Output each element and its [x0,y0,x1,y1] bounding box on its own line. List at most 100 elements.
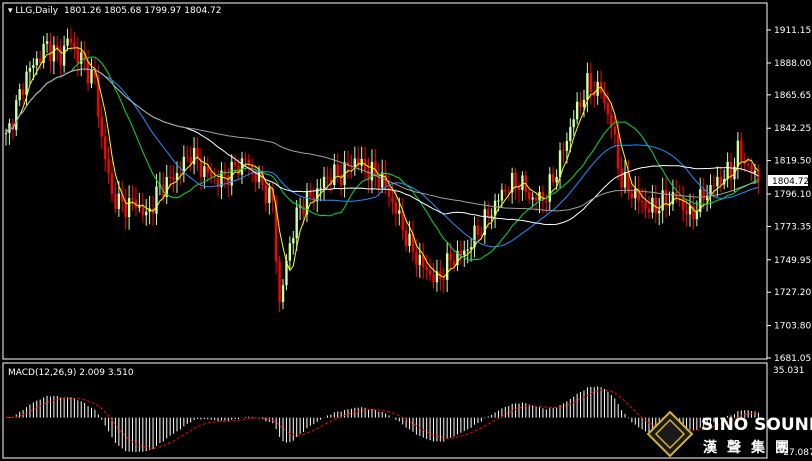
candle-body [545,200,548,202]
candle-body [425,267,428,271]
candle-body [658,210,661,214]
candle-body [579,101,582,107]
candle-body [586,73,589,100]
candle-body [497,200,500,202]
candle-body [117,193,121,209]
candle-body [62,45,66,66]
candle-body [141,205,144,216]
candle-body [124,201,127,218]
price-tick-label: 1888.00 [774,59,811,69]
candle-body [309,191,312,197]
candle-body [353,158,357,168]
candle-body [227,175,230,186]
candle-body [155,186,158,214]
candle-body [415,251,418,265]
candle-body [240,158,244,175]
candle-body [531,197,534,200]
candle-body [127,198,131,218]
candle-body [203,166,206,178]
price-tick-label: 1911.15 [774,26,811,36]
candle-body [18,89,21,101]
candle-body [73,42,76,48]
candle-body [145,211,148,216]
candle-body [678,197,681,199]
candle-body [107,159,110,174]
logo-name-cn: 漢聲集團 [703,439,799,456]
price-tick-label: 1749.95 [774,256,811,266]
candle-body [702,189,705,200]
candle-body [589,73,593,92]
sino-sound-logo: SINO SOUND 漢聲集團 [646,410,812,458]
candle-body [517,187,521,191]
candle-body [302,205,305,215]
price-chart[interactable]: ▾ LLG,Daily 1801.26 1805.68 1799.97 1804.… [0,0,812,461]
candle-body [52,45,56,62]
logo-diamond-icon [646,410,694,458]
candle-body [333,164,336,186]
macd-histogram [8,386,759,452]
candle-body [572,119,575,128]
ohlc-values: 1801.26 1805.68 1799.97 1804.72 [64,6,221,16]
candle-body [647,208,651,213]
candle-body [86,61,90,84]
candle-body [100,116,103,137]
candle-body [534,197,538,201]
candle-body [391,196,394,203]
candle-body [247,159,251,164]
candle-body [685,210,688,215]
candle-body [746,164,750,166]
candle-body [521,175,524,191]
candle-body [695,211,699,220]
candle-body [69,38,73,43]
candle-body [292,238,295,244]
candle-body [466,249,469,251]
price-axis: 1911.15 1888.00 1865.65 1842.25 1819.50 1796.… [767,26,811,364]
macd-label: MACD(12,26,9) 2.009 3.510 [8,368,134,378]
candle-body [726,161,729,180]
candle-body [613,126,616,135]
candle-body [623,172,627,188]
candle-body [398,210,401,214]
candle-body [110,173,114,195]
candle-body [103,136,107,160]
candle-body [582,99,586,107]
candle-body [463,250,466,256]
candle-body [445,253,449,280]
candle-body [268,187,271,203]
candle-body [90,69,93,84]
candle-body [620,168,623,188]
candle-body [740,140,743,161]
candle-body [28,67,32,72]
candle-body [288,243,292,261]
current-price-tag: 1804.72 [768,175,809,187]
logo-name-en: SINO SOUND [701,415,812,435]
candle-body [555,176,558,183]
candle-body [264,185,268,203]
candle-body [15,100,18,130]
candle-body [606,103,610,115]
candle-body [186,156,189,158]
candle-body [507,191,510,193]
candle-body [487,209,490,217]
candle-body [452,260,456,266]
candle-body [654,197,657,214]
price-tick-label: 1819.50 [774,157,811,167]
candle-body [326,176,329,179]
candle-body [319,188,322,190]
candle-body [616,134,620,169]
candle-body [39,58,42,63]
candle-body [394,202,398,214]
candle-body [206,166,209,173]
candle-body [233,161,237,166]
candle-body [719,176,722,185]
candle-body [370,161,374,181]
symbol-label: LLG,Daily [15,6,58,16]
candle-body [753,170,757,174]
candle-body [114,194,117,209]
candle-body [210,172,213,178]
candle-body [716,176,719,187]
current-price-label: 1804.72 [772,177,809,187]
candle-body [500,189,504,201]
candle-body [76,47,80,64]
candle-body [168,177,172,179]
